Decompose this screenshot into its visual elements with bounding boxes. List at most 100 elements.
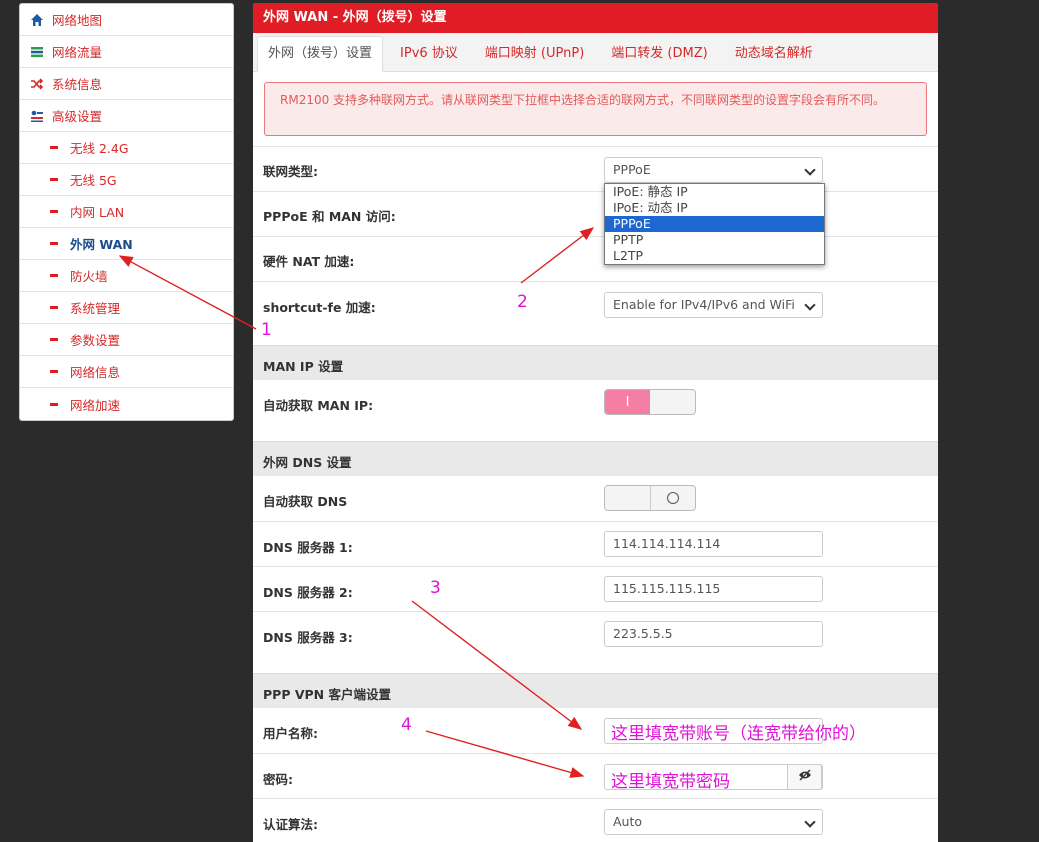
tab-wan-dialup[interactable]: 外网（拨号）设置: [257, 36, 384, 72]
section-title: 外网 DNS 设置: [263, 455, 352, 470]
sidebar-item-lan[interactable]: 内网 LAN: [20, 196, 233, 228]
row-password: 密码:: [253, 753, 938, 798]
tab-dmz[interactable]: 端口转发 (DMZ): [601, 37, 717, 71]
option-pppoe[interactable]: PPPoE: [605, 216, 824, 232]
panel-title: 外网 WAN - 外网（拨号）设置: [253, 3, 938, 33]
dash-icon: [50, 402, 58, 406]
password-label: 密码:: [263, 772, 293, 787]
row-auth: 认证算法: Auto: [253, 798, 938, 842]
eye-slash-icon: [798, 765, 812, 789]
dns2-input[interactable]: 115.115.115.115: [604, 576, 823, 602]
sidebar-item-label: 高级设置: [52, 109, 103, 124]
sidebar-item-label: 网络流量: [52, 45, 103, 60]
dash-icon: [50, 338, 58, 341]
auto-man-ip-label: 自动获取 MAN IP:: [263, 398, 374, 413]
toggle-knob: [605, 486, 650, 510]
info-alert: RM2100 支持多种联网方式。请从联网类型下拉框中选择合适的联网方式，不同联网…: [264, 82, 927, 136]
sidebar-item-network-accel[interactable]: 网络加速: [20, 388, 233, 420]
section-title: PPP VPN 客户端设置: [263, 687, 391, 702]
sidebar-item-parameters[interactable]: 参数设置: [20, 324, 233, 356]
tab-ddns[interactable]: 动态域名解析: [725, 37, 823, 71]
toggle-off-area: [649, 486, 695, 510]
row-pppoe-man: PPPoE 和 MAN 访问:: [253, 191, 938, 236]
shortcut-fe-select[interactable]: Enable for IPv4/IPv6 and WiFi: [604, 292, 823, 318]
row-dns2: DNS 服务器 2: 115.115.115.115: [253, 566, 938, 611]
sidebar-item-system-info[interactable]: 系统信息: [20, 68, 233, 100]
dash-icon: [50, 146, 58, 149]
shuffle-icon: [30, 77, 44, 91]
dash-icon: [50, 210, 58, 213]
sidebar-item-label: 系统信息: [52, 77, 103, 92]
sidebar-item-label: 防火墙: [70, 269, 108, 284]
auto-dns-toggle[interactable]: [604, 485, 696, 511]
tab-bar: 外网（拨号）设置 IPv6 协议 端口映射 (UPnP) 端口转发 (DMZ) …: [253, 33, 938, 72]
row-dns1: DNS 服务器 1: 114.114.114.114: [253, 521, 938, 566]
sidebar-item-label: 参数设置: [70, 333, 121, 348]
dns3-input[interactable]: 223.5.5.5: [604, 621, 823, 647]
sidebar-item-system-admin[interactable]: 系统管理: [20, 292, 233, 324]
sidebar-item-network-info[interactable]: 网络信息: [20, 356, 233, 388]
hw-nat-label: 硬件 NAT 加速:: [263, 254, 355, 269]
row-dns3: DNS 服务器 3: 223.5.5.5: [253, 611, 938, 673]
sidebar-item-firewall[interactable]: 防火墙: [20, 260, 233, 292]
dash-icon: [50, 178, 58, 181]
option-pptp[interactable]: PPTP: [605, 232, 824, 248]
auth-label: 认证算法:: [263, 817, 318, 832]
sidebar-item-wan[interactable]: 外网 WAN: [20, 228, 233, 260]
sidebar-item-network-map[interactable]: 网络地图: [20, 4, 233, 36]
dns1-input[interactable]: 114.114.114.114: [604, 531, 823, 557]
sidebar-item-advanced-settings[interactable]: 高级设置: [20, 100, 233, 132]
home-icon: [30, 13, 44, 27]
section-dns: 外网 DNS 设置: [253, 441, 938, 476]
sidebar-item-wireless-24g[interactable]: 无线 2.4G: [20, 132, 233, 164]
wan-type-select[interactable]: PPPoE: [604, 157, 823, 183]
section-ppp-vpn: PPP VPN 客户端设置: [253, 673, 938, 708]
row-hw-nat: 硬件 NAT 加速:: [253, 236, 938, 281]
sidebar-item-label: 无线 5G: [70, 173, 117, 188]
shortcut-fe-label: shortcut-fe 加速:: [263, 300, 376, 315]
sidebar-item-label: 网络地图: [52, 13, 103, 28]
circle-icon: [666, 492, 679, 504]
sidebar-item-label: 无线 2.4G: [70, 141, 129, 156]
option-dynamic-ip[interactable]: IPoE: 动态 IP: [605, 200, 824, 216]
sidebar-item-label: 内网 LAN: [70, 205, 125, 220]
row-auto-man-ip: 自动获取 MAN IP: I: [253, 380, 938, 441]
auth-select[interactable]: Auto: [604, 809, 823, 835]
wan-settings-panel: 外网 WAN - 外网（拨号）设置 外网（拨号）设置 IPv6 协议 端口映射 …: [253, 3, 938, 842]
username-hint: 这里填宽带账号（连宽带给你的）: [611, 724, 866, 744]
dash-icon: [50, 274, 58, 277]
dash-icon: [50, 242, 58, 245]
annotation-number-4: 4: [401, 715, 412, 735]
dash-icon: [50, 370, 58, 373]
toggle-password-visibility-button[interactable]: [787, 764, 822, 790]
dash-icon: [50, 306, 58, 309]
annotation-number-2: 2: [517, 292, 528, 312]
row-shortcut-fe: shortcut-fe 加速: Enable for IPv4/IPv6 and…: [253, 281, 938, 345]
tab-upnp[interactable]: 端口映射 (UPnP): [475, 37, 594, 71]
sidebar-item-label: 系统管理: [70, 301, 121, 316]
sidebar-item-label: 网络信息: [70, 365, 121, 380]
traffic-icon: [30, 45, 44, 59]
row-auto-dns: 自动获取 DNS: [253, 476, 938, 521]
toggle-knob: [650, 390, 695, 414]
sidebar: 网络地图 网络流量 系统信息 高级设置 无线 2.4G 无线 5G 内网 LAN…: [19, 3, 234, 421]
username-label: 用户名称:: [263, 726, 318, 741]
auto-man-ip-toggle[interactable]: I: [604, 389, 696, 415]
sidebar-item-network-traffic[interactable]: 网络流量: [20, 36, 233, 68]
annotation-number-3: 3: [430, 578, 441, 598]
row-wan-type: 联网类型: PPPoE: [253, 146, 938, 191]
section-title: MAN IP 设置: [263, 359, 344, 374]
section-man-ip: MAN IP 设置: [253, 345, 938, 380]
pppoe-man-label: PPPoE 和 MAN 访问:: [263, 209, 396, 224]
tab-ipv6[interactable]: IPv6 协议: [390, 37, 468, 71]
annotation-number-1: 1: [261, 320, 272, 340]
option-l2tp[interactable]: L2TP: [605, 248, 824, 264]
option-static-ip[interactable]: IPoE: 静态 IP: [605, 184, 824, 200]
settings-icon: [30, 109, 44, 123]
dns2-label: DNS 服务器 2:: [263, 585, 353, 600]
toggle-on-glyph: I: [605, 390, 650, 414]
sidebar-item-label: 外网 WAN: [70, 237, 133, 252]
sidebar-item-wireless-5g[interactable]: 无线 5G: [20, 164, 233, 196]
wan-type-dropdown: IPoE: 静态 IP IPoE: 动态 IP PPPoE PPTP L2TP: [604, 183, 825, 265]
dns1-label: DNS 服务器 1:: [263, 540, 353, 555]
